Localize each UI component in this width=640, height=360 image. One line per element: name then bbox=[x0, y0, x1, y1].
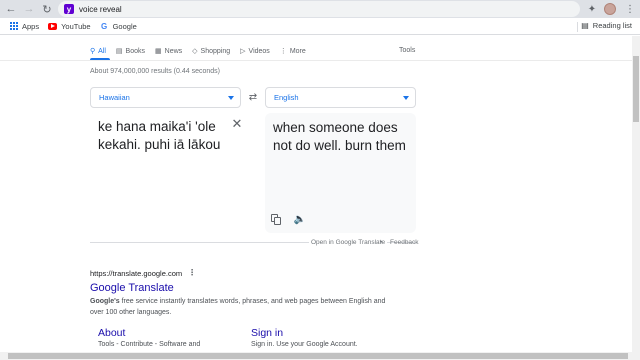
bookmark-google[interactable]: G Google bbox=[100, 22, 137, 31]
reload-icon[interactable]: ↻ bbox=[38, 0, 56, 18]
tab-videos[interactable]: ▷ Videos bbox=[240, 45, 270, 57]
source-language-label: Hawaiian bbox=[99, 93, 130, 102]
bookmarks-divider bbox=[577, 22, 578, 32]
sublink-about[interactable]: About bbox=[98, 327, 125, 339]
forward-arrow-icon[interactable]: → bbox=[20, 0, 38, 18]
tools-button[interactable]: Tools bbox=[399, 47, 415, 54]
address-bar[interactable]: y voice reveal bbox=[58, 1, 580, 17]
tab-news[interactable]: ▦ News bbox=[155, 45, 182, 57]
link-separator: • bbox=[380, 239, 383, 246]
tab-more[interactable]: ⋮ More bbox=[280, 45, 306, 57]
bookmark-label: YouTube bbox=[61, 21, 91, 31]
tab-all[interactable]: ⚲ All bbox=[90, 45, 106, 57]
reading-list-label: Reading list bbox=[592, 21, 632, 30]
tab-label: All bbox=[98, 47, 106, 55]
search-tabs: ⚲ All ▤ Books ▦ News ◇ Shopping ▷ Videos… bbox=[90, 45, 316, 57]
tab-shopping[interactable]: ◇ Shopping bbox=[192, 45, 230, 57]
profile-avatar[interactable] bbox=[604, 3, 616, 15]
result-title-link[interactable]: Google Translate bbox=[90, 282, 174, 294]
result-snippet: Google's free service instantly translat… bbox=[90, 296, 390, 318]
yahoo-favicon-icon: y bbox=[64, 4, 74, 14]
translation-output-text: when someone does not do well. burn them bbox=[273, 120, 406, 153]
close-icon[interactable]: ✕ bbox=[231, 116, 243, 131]
result-url[interactable]: https://translate.google.com bbox=[90, 269, 182, 278]
target-language-select[interactable]: English bbox=[265, 87, 416, 108]
source-language-select[interactable]: Hawaiian bbox=[90, 87, 241, 108]
tab-label: Books bbox=[125, 47, 146, 55]
tag-icon: ◇ bbox=[192, 48, 198, 55]
tabs-divider bbox=[0, 60, 632, 61]
target-language-label: English bbox=[274, 93, 299, 102]
tab-label: More bbox=[289, 47, 306, 55]
search-icon: ⚲ bbox=[90, 48, 96, 55]
horizontal-scrollbar-thumb[interactable] bbox=[8, 353, 628, 359]
news-icon: ▦ bbox=[155, 48, 162, 55]
snippet-bold: Google's bbox=[90, 298, 120, 305]
apps-icon bbox=[9, 22, 18, 31]
snippet-text: free service instantly translates words,… bbox=[90, 298, 386, 316]
tab-books[interactable]: ▤ Books bbox=[116, 45, 145, 57]
bookmark-youtube[interactable]: YouTube bbox=[48, 21, 91, 31]
reading-list-button[interactable]: ▤ Reading list bbox=[581, 21, 632, 30]
menu-kebab-icon[interactable]: ⋮ bbox=[624, 3, 636, 15]
bookmark-apps[interactable]: Apps bbox=[9, 22, 39, 31]
google-icon: G bbox=[100, 21, 108, 31]
more-icon: ⋮ bbox=[279, 48, 287, 55]
feedback-link[interactable]: Feedback bbox=[390, 239, 419, 246]
address-bar-text: voice reveal bbox=[79, 4, 122, 14]
source-text-input[interactable]: ke hana maika'i 'ole kekahi. puhi iā lāk… bbox=[98, 118, 228, 154]
tab-label: Videos bbox=[248, 47, 270, 55]
swap-languages-icon[interactable]: ⇄ bbox=[246, 91, 260, 103]
sublink-about-desc: Tools - Contribute - Software and bbox=[98, 341, 201, 348]
copy-icon[interactable] bbox=[271, 214, 281, 225]
tab-label: Shopping bbox=[200, 47, 231, 55]
chevron-down-icon bbox=[403, 96, 409, 100]
tab-label: News bbox=[164, 47, 183, 55]
chevron-down-icon bbox=[228, 96, 234, 100]
speaker-icon[interactable]: 🔈 bbox=[294, 213, 306, 225]
bookmark-label: Google bbox=[112, 21, 137, 31]
bookmarks-bar: Apps YouTube G Google ▤ Reading list bbox=[0, 18, 640, 35]
extensions-puzzle-icon[interactable]: ✦ bbox=[586, 3, 598, 15]
sublink-sign-in[interactable]: Sign in bbox=[251, 327, 283, 339]
open-in-google-translate-link[interactable]: Open in Google Translate bbox=[309, 239, 388, 246]
vertical-scrollbar-thumb[interactable] bbox=[633, 56, 639, 122]
video-icon: ▷ bbox=[240, 48, 246, 55]
result-stats: About 974,000,000 results (0.44 seconds) bbox=[90, 68, 220, 75]
result-options-icon[interactable]: ⋮ bbox=[188, 268, 196, 277]
youtube-icon bbox=[48, 22, 58, 31]
reading-list-icon: ▤ bbox=[581, 21, 589, 30]
bookmark-label: Apps bbox=[22, 21, 40, 31]
book-icon: ▤ bbox=[115, 48, 123, 55]
back-arrow-icon[interactable]: ← bbox=[2, 0, 20, 18]
sublink-sign-in-desc: Sign in. Use your Google Account. bbox=[251, 341, 358, 348]
